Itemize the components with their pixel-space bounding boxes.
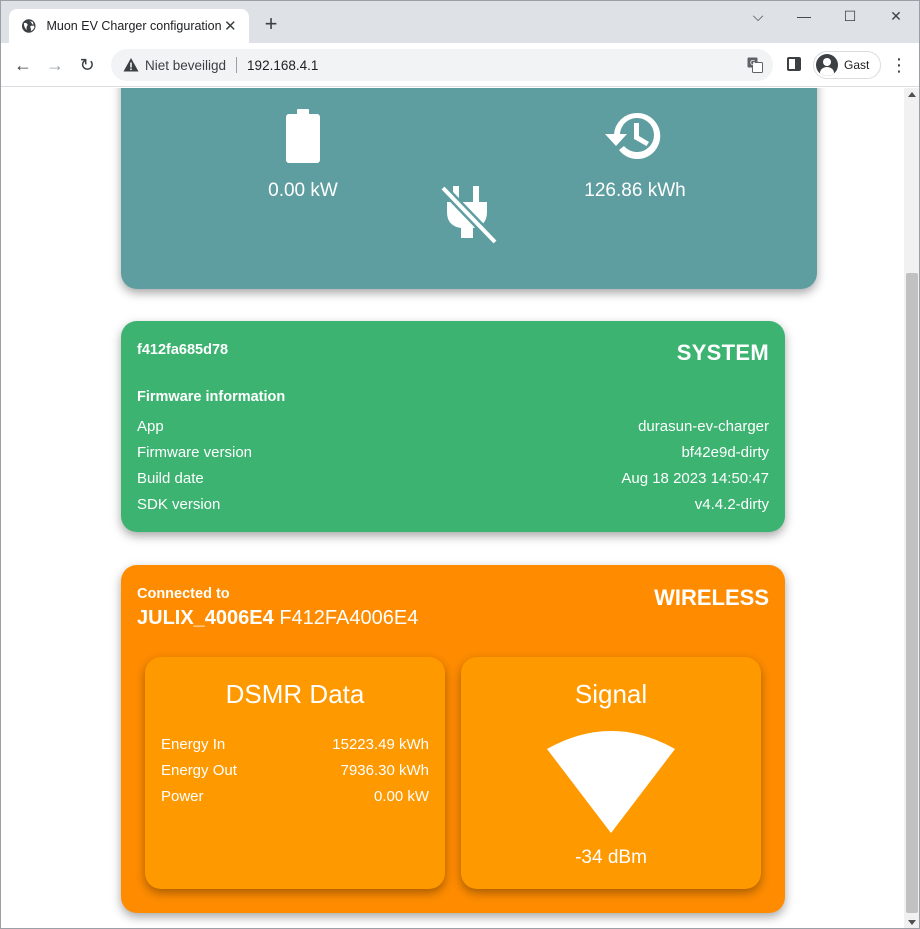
globe-icon xyxy=(21,19,36,33)
minimize-icon[interactable]: ⌵ xyxy=(735,5,781,29)
maximize-icon[interactable]: ☐ xyxy=(827,5,873,29)
row-label: Build date xyxy=(137,470,204,487)
plus-icon[interactable]: + xyxy=(259,13,283,37)
tab-title: Muon EV Charger configuration xyxy=(46,19,222,33)
separator xyxy=(236,57,238,73)
session-stat: 126.86 kWh xyxy=(535,108,735,202)
minimize-icon[interactable]: — xyxy=(781,5,827,29)
row-value: 15223.49 kWh xyxy=(332,736,429,753)
row-label: Power xyxy=(161,788,204,805)
profile-button[interactable]: Gast xyxy=(813,51,881,79)
network-info: JULIX_4006E4 F412FA4006E4 xyxy=(137,607,418,630)
side-panel-icon[interactable] xyxy=(787,57,801,71)
row-value: 0.00 kW xyxy=(373,788,429,805)
dsmr-row: Energy In 15223.49 kWh xyxy=(161,735,429,761)
ssid: JULIX_4006E4 xyxy=(137,607,274,629)
battery-icon xyxy=(286,109,320,163)
row-value: v4.4.2-dirty xyxy=(694,496,769,513)
forward-icon[interactable]: → xyxy=(43,53,67,77)
power-value: 0.00 kW xyxy=(268,180,338,201)
firmware-row: App durasun-ev-charger xyxy=(137,417,769,443)
wireless-card: Connected to JULIX_4006E4 F412FA4006E4 W… xyxy=(121,565,785,913)
dsmr-card: DSMR Data Energy In 15223.49 kWh Energy … xyxy=(145,657,445,889)
close-icon[interactable]: ✕ xyxy=(222,17,239,35)
dsmr-rows: Energy In 15223.49 kWh Energy Out 7936.3… xyxy=(161,735,429,813)
row-value: Aug 18 2023 14:50:47 xyxy=(621,470,769,487)
translate-icon[interactable]: G xyxy=(747,57,763,73)
firmware-row: SDK version v4.4.2-dirty xyxy=(137,495,769,521)
firmware-row: Build date Aug 18 2023 14:50:47 xyxy=(137,469,769,495)
firmware-title: Firmware information xyxy=(137,389,286,405)
row-label: Energy In xyxy=(161,736,226,753)
row-value: durasun-ev-charger xyxy=(638,418,769,435)
url-text[interactable]: 192.168.4.1 xyxy=(247,58,318,73)
row-label: Energy Out xyxy=(161,762,237,779)
dsmr-row: Power 0.00 kW xyxy=(161,787,429,813)
signal-card: Signal -34 dBm xyxy=(461,657,761,889)
scroll-down-icon[interactable] xyxy=(908,920,916,925)
address-bar[interactable]: Niet beveiligd 192.168.4.1 G xyxy=(111,49,773,81)
signal-title: Signal xyxy=(574,679,648,709)
connected-label: Connected to xyxy=(137,586,230,602)
session-value: 126.86 kWh xyxy=(584,180,686,201)
scrollbar[interactable] xyxy=(904,88,919,928)
dsmr-row: Energy Out 7936.30 kWh xyxy=(161,761,429,787)
power-card: Power Session 0.00 kW 1 xyxy=(121,88,817,289)
menu-icon[interactable]: ⋮ xyxy=(889,53,909,77)
firmware-row: Firmware version bf42e9d-dirty xyxy=(137,443,769,469)
back-icon[interactable]: ← xyxy=(11,53,35,77)
row-label: Firmware version xyxy=(137,444,253,461)
signal-value: -34 dBm xyxy=(575,847,647,868)
warning-icon[interactable] xyxy=(123,57,139,73)
reload-icon[interactable]: ↻ xyxy=(75,53,99,77)
window-close-icon[interactable]: ✕ xyxy=(873,5,919,29)
row-label: SDK version xyxy=(137,496,221,513)
power-stat: 0.00 kW xyxy=(203,108,403,202)
plug-off-icon xyxy=(439,184,499,246)
row-value: 7936.30 kWh xyxy=(340,762,429,779)
security-label[interactable]: Niet beveiligd xyxy=(145,58,226,73)
browser-window: Muon EV Charger configuration ✕ + ⌵ — ☐ … xyxy=(0,0,920,929)
firmware-rows: App durasun-ev-charger Firmware version … xyxy=(137,417,769,521)
dsmr-title: DSMR Data xyxy=(225,679,365,709)
scrollbar-thumb[interactable] xyxy=(906,273,918,913)
tab-bar: Muon EV Charger configuration ✕ + ⌵ — ☐ … xyxy=(1,1,919,43)
system-card: f412fa685d78 SYSTEM Firmware information… xyxy=(121,321,785,532)
tab-active[interactable]: Muon EV Charger configuration ✕ xyxy=(9,9,249,43)
toolbar: ← → ↻ Niet beveiligd 192.168.4.1 G Gast … xyxy=(1,43,919,87)
scroll-up-icon[interactable] xyxy=(908,92,916,97)
bssid: F412FA4006E4 xyxy=(279,607,419,629)
row-label: App xyxy=(137,418,164,435)
avatar-icon xyxy=(816,54,838,76)
row-value: bf42e9d-dirty xyxy=(681,444,769,461)
page-viewport: Power Session 0.00 kW 1 xyxy=(1,88,904,928)
history-icon xyxy=(605,112,661,159)
system-title: SYSTEM xyxy=(676,340,769,365)
device-id: f412fa685d78 xyxy=(137,342,229,358)
wireless-title: WIRELESS xyxy=(654,585,769,610)
profile-name: Gast xyxy=(844,58,870,72)
wifi-signal-icon xyxy=(547,731,675,833)
svg-text:G: G xyxy=(750,59,755,67)
